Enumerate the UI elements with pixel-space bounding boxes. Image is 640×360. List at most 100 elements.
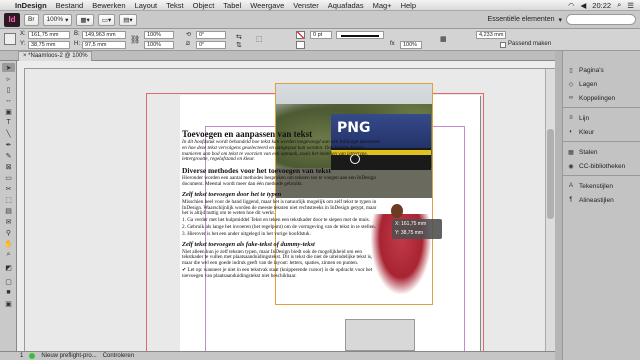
- volume-icon[interactable]: ◀: [581, 1, 587, 10]
- gradient-tool-icon[interactable]: ▤: [2, 206, 15, 215]
- autofit-checkbox[interactable]: [500, 42, 506, 48]
- spotlight-icon[interactable]: ⌕: [617, 0, 621, 10]
- free-transform-tool-icon[interactable]: ⬚: [2, 195, 15, 204]
- search-input[interactable]: [566, 14, 636, 25]
- notifications-icon[interactable]: ☰: [627, 1, 634, 10]
- eyedropper-tool-icon[interactable]: ⚲: [2, 228, 15, 237]
- rectangle-frame-tool-icon[interactable]: ⊠: [2, 162, 15, 171]
- stroke-weight-field[interactable]: 0 pt: [310, 31, 332, 39]
- pasteboard[interactable]: PNG X: 161,75 mm Y: 38,75 mm Toevoegen e…: [25, 69, 545, 351]
- h-label: H:: [74, 41, 80, 47]
- preflight-profile[interactable]: Nieuw preflight-pro...: [41, 353, 96, 359]
- menu-tekst[interactable]: Tekst: [166, 1, 184, 10]
- menu-venster[interactable]: Venster: [293, 1, 318, 10]
- text-frame[interactable]: Toevoegen en aanpassen van tekst In dit …: [182, 129, 382, 351]
- screenshot-thumbnail[interactable]: [345, 319, 415, 351]
- scale-y-field[interactable]: 100%: [144, 41, 174, 49]
- scroll-thumb[interactable]: [547, 129, 554, 219]
- scale-x-field[interactable]: 100%: [144, 31, 174, 39]
- type-tool-icon[interactable]: T: [2, 118, 15, 127]
- menu-bewerken[interactable]: Bewerken: [92, 1, 125, 10]
- page-number-field[interactable]: 1: [20, 353, 23, 359]
- pen-tool-icon[interactable]: ✒: [2, 140, 15, 149]
- content-collector-icon[interactable]: ▣: [2, 107, 15, 116]
- rotate-icon[interactable]: ⟲: [186, 31, 191, 38]
- panel-lijn[interactable]: ≡ Lijn: [563, 112, 640, 124]
- panel-stalen[interactable]: ▦ Stalen: [563, 146, 640, 158]
- rectangle-tool-icon[interactable]: ▭: [2, 173, 15, 182]
- menu-aquafadas[interactable]: Aquafadas: [328, 1, 364, 10]
- menu-tabel[interactable]: Tabel: [223, 1, 241, 10]
- autofit-label: Passend maken: [508, 41, 552, 47]
- panel-koppelingen[interactable]: ∞ Koppelingen: [563, 92, 640, 104]
- scissors-tool-icon[interactable]: ✂: [2, 184, 15, 193]
- zoom-dropdown[interactable]: 100% ▾: [42, 13, 73, 26]
- view-mode-icon[interactable]: ▣: [2, 299, 15, 308]
- zoom-tool-icon[interactable]: ⌕: [2, 250, 15, 259]
- hand-tool-icon[interactable]: ✋: [2, 239, 15, 248]
- document-tab[interactable]: × *Naamloos-2 @ 100%: [18, 51, 92, 61]
- doc-paragraph-4: Niet alleen kun je zelf teksten typen, m…: [182, 248, 373, 267]
- x-field[interactable]: 161,75 mm: [28, 31, 70, 39]
- screen-mode-button[interactable]: ▭▾: [97, 13, 116, 26]
- vertical-scrollbar[interactable]: [545, 69, 555, 351]
- fill-swatch[interactable]: [296, 31, 305, 39]
- fill-stroke-icon[interactable]: ◩: [2, 261, 15, 275]
- panel-lagen[interactable]: ◇ Lagen: [563, 78, 640, 90]
- menu-help[interactable]: Help: [401, 1, 416, 10]
- control-label[interactable]: Controleren: [103, 353, 134, 359]
- stroke-type-dropdown[interactable]: [336, 31, 384, 39]
- vertical-ruler[interactable]: [17, 61, 25, 351]
- reference-point-icon[interactable]: [4, 33, 16, 45]
- effects-fx-icon[interactable]: fx: [390, 41, 395, 47]
- height-field[interactable]: 97,5 mm: [82, 41, 126, 49]
- direct-selection-tool-icon[interactable]: ▹: [2, 74, 15, 83]
- note-tool-icon[interactable]: ✉: [2, 217, 15, 226]
- arrange-documents-button[interactable]: ▤▾: [119, 13, 137, 26]
- formatting-affects-container-icon[interactable]: ▢: [2, 277, 15, 286]
- rotate-field[interactable]: 0°: [196, 31, 226, 39]
- stroke-swatch[interactable]: [296, 41, 305, 49]
- zoom-value: 100%: [46, 16, 64, 23]
- shear-field[interactable]: 0°: [196, 41, 226, 49]
- menu-weergave[interactable]: Weergave: [250, 1, 284, 10]
- page-tool-icon[interactable]: ▯: [2, 85, 15, 94]
- view-options-button[interactable]: ▦▾: [76, 13, 94, 26]
- li1-text: Ga verder met het hulpmiddel Tekst en te…: [187, 217, 370, 224]
- panel-kleur[interactable]: ◐ Kleur: [563, 126, 640, 138]
- panel-paginas[interactable]: ▯ Pagina's: [563, 64, 640, 76]
- bridge-button[interactable]: Br: [24, 13, 39, 26]
- menu-app[interactable]: InDesign: [15, 1, 47, 10]
- flip-vertical-icon[interactable]: ⇅: [236, 41, 242, 49]
- flip-horizontal-icon[interactable]: ⇆: [236, 33, 242, 41]
- horizontal-ruler[interactable]: [24, 61, 555, 69]
- shear-icon[interactable]: ⧄: [186, 41, 190, 48]
- select-container-icon[interactable]: ⬚: [256, 35, 263, 43]
- menu-layout[interactable]: Layout: [135, 1, 158, 10]
- pencil-tool-icon[interactable]: ✎: [2, 151, 15, 160]
- apply-color-icon[interactable]: ■: [2, 288, 15, 297]
- menu-object[interactable]: Object: [193, 1, 215, 10]
- line-tool-icon[interactable]: ╲: [2, 129, 15, 138]
- text-wrap-icon[interactable]: ▦: [440, 35, 447, 43]
- selection-tool-icon[interactable]: ➤: [2, 63, 15, 72]
- girl-head: [391, 204, 403, 218]
- y-field[interactable]: 38,75 mm: [28, 41, 70, 49]
- indesign-logo: Id: [4, 12, 20, 27]
- menu-bestand[interactable]: Bestand: [56, 1, 84, 10]
- clock[interactable]: 20:22: [592, 1, 611, 10]
- document-tabbar: × *Naamloos-2 @ 100%: [0, 51, 555, 61]
- menu-mag[interactable]: Mag+: [373, 1, 392, 10]
- opacity-field[interactable]: 100%: [400, 41, 422, 49]
- workspace-switcher[interactable]: Essentiële elementen: [488, 16, 555, 23]
- gap-tool-icon[interactable]: ↔: [2, 96, 15, 105]
- panel-label-paginas: Pagina's: [579, 66, 604, 74]
- panel-cc-bibliotheken[interactable]: ◉ CC-bibliotheken: [563, 160, 640, 172]
- fitting-offset-field[interactable]: 4,233 mm: [476, 31, 506, 39]
- panel-tekenstijlen[interactable]: A Tekenstijlen: [563, 180, 640, 192]
- wifi-icon[interactable]: ◠: [568, 1, 575, 10]
- panel-alineastijlen[interactable]: ¶ Alineastijlen: [563, 194, 640, 206]
- constrain-proportions-icon[interactable]: ⛓: [130, 35, 140, 44]
- width-field[interactable]: 149,963 mm: [82, 31, 126, 39]
- panel-dock-strip[interactable]: [555, 51, 563, 360]
